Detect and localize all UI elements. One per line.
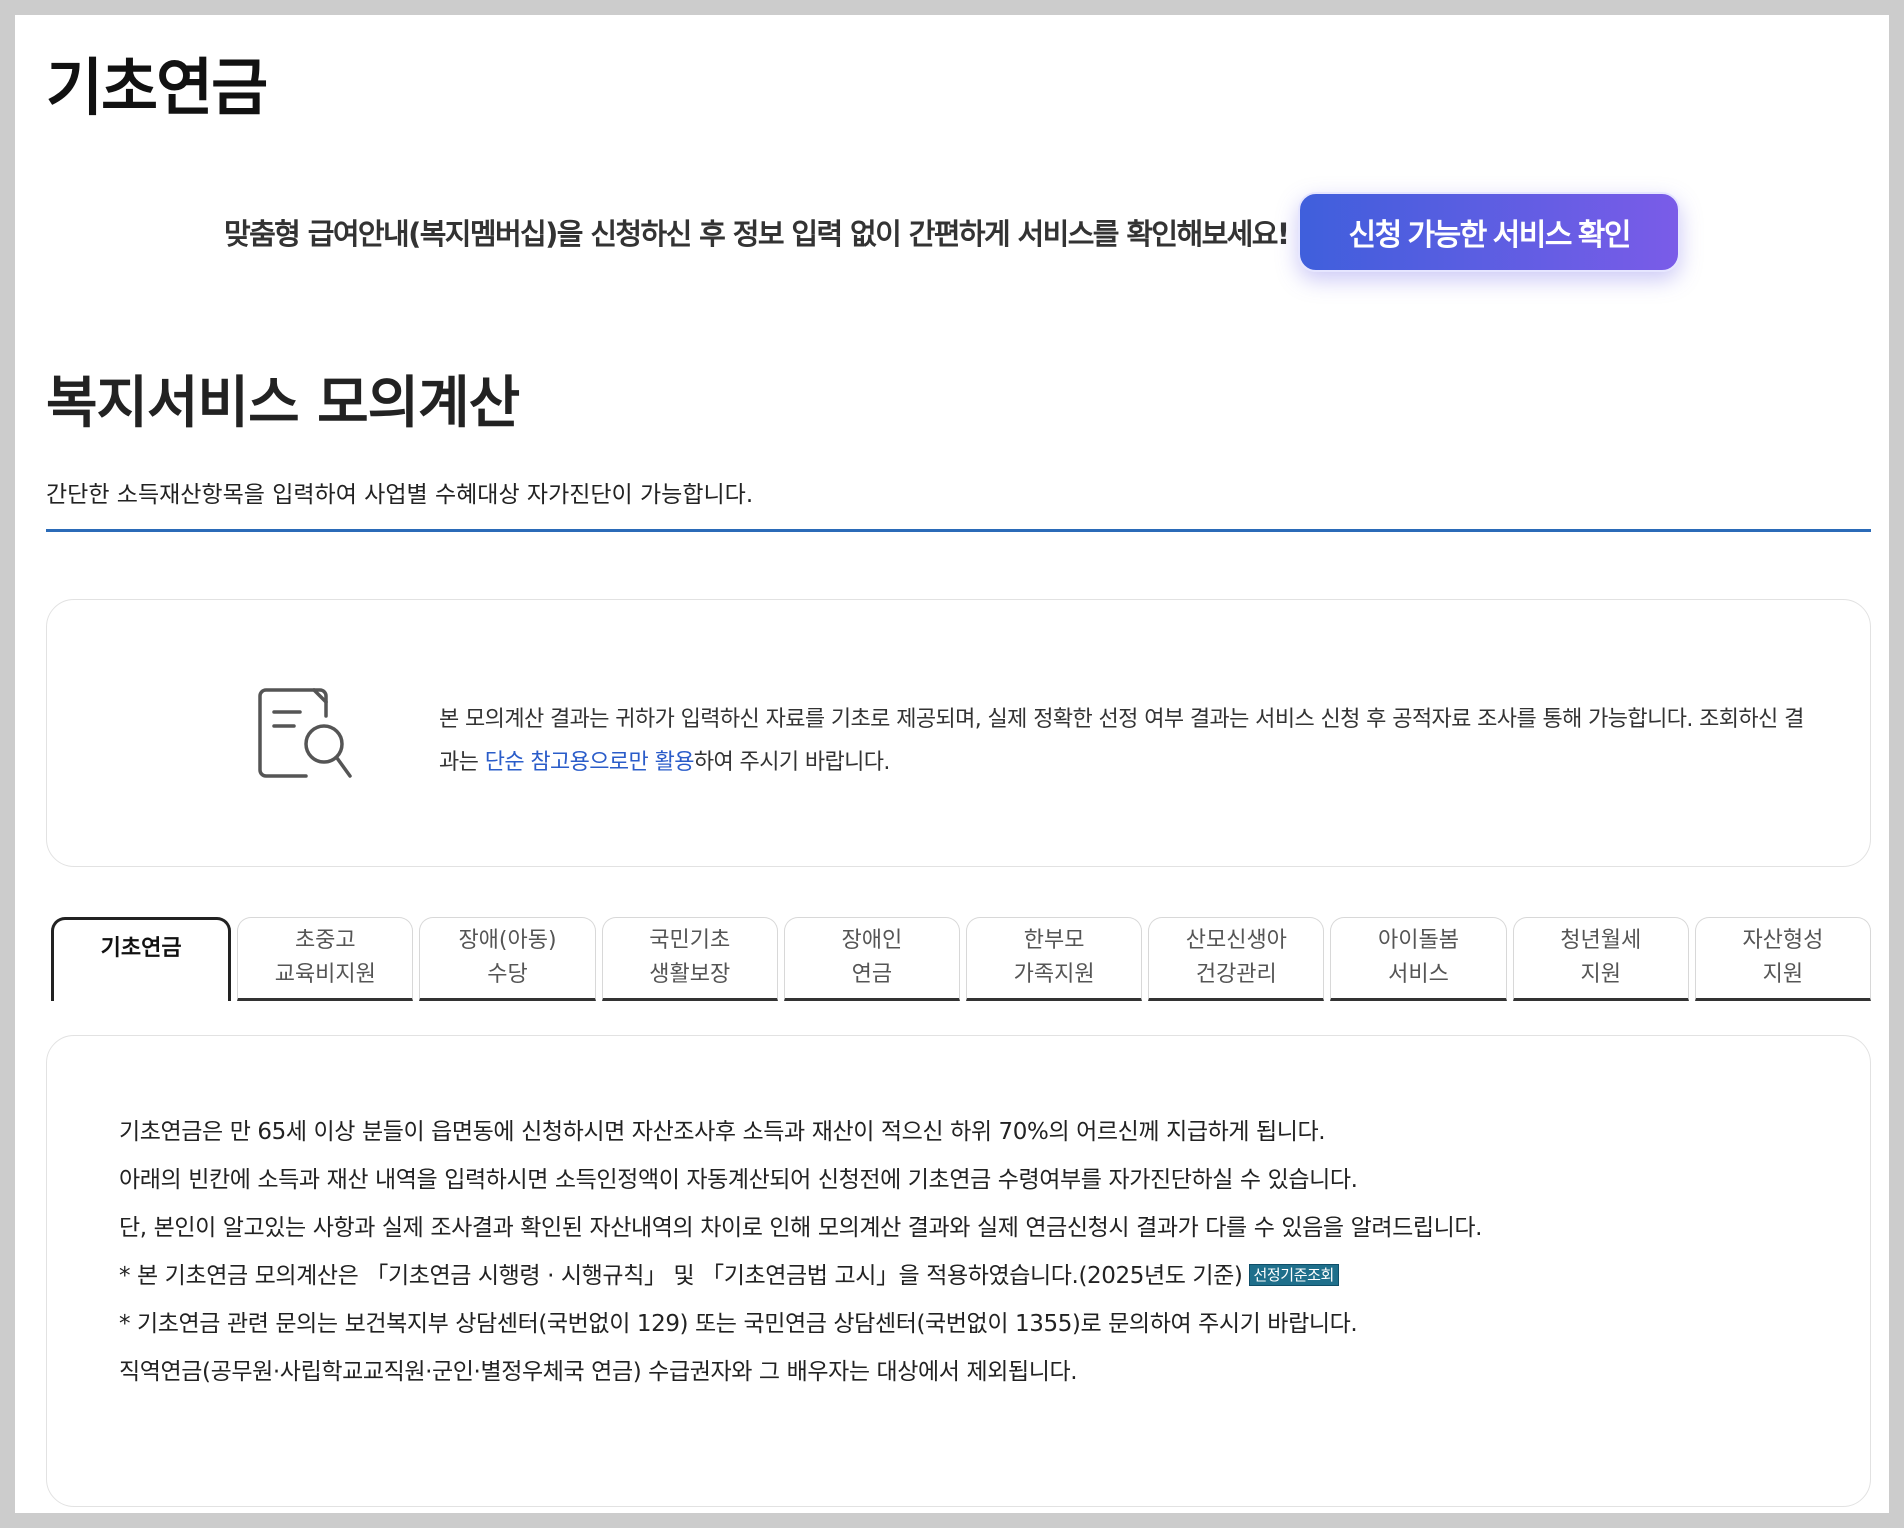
content-line-with-badge: * 본 기초연금 모의계산은 「기초연금 시행령 · 시행규칙」 및 「기초연금… — [119, 1252, 1839, 1300]
section-title: 복지서비스 모의계산 — [46, 371, 520, 436]
section-divider — [46, 529, 1871, 532]
document-search-icon — [258, 688, 352, 778]
content-line: 기초연금은 만 65세 이상 분들이 읍면동에 신청하시면 자산조사후 소득과 … — [119, 1119, 1326, 1145]
content-box: 기초연금은 만 65세 이상 분들이 읍면동에 신청하시면 자산조사후 소득과 … — [46, 1035, 1871, 1507]
content-line: * 기초연금 관련 문의는 보건복지부 상담센터(국번없이 129) 또는 국민… — [119, 1311, 1358, 1337]
membership-banner: 맞춤형 급여안내(복지멤버십)을 신청하신 후 정보 입력 없이 간편하게 서비… — [15, 189, 1889, 275]
notice-box: 본 모의계산 결과는 귀하가 입력하신 자료를 기초로 제공되며, 실제 정확한… — [46, 599, 1871, 867]
service-tabs: 기초연금 초중고 교육비지원 장애(아동) 수당 국민기초 생활보장 장애인 연… — [51, 917, 1872, 1001]
section-description: 간단한 소득재산항목을 입력하여 사업별 수혜대상 자가진단이 가능합니다. — [46, 482, 754, 508]
selection-criteria-button[interactable]: 선정기준조회 — [1248, 1264, 1339, 1286]
page-title: 기초연금 — [46, 51, 268, 124]
tab-disabled-child-allowance[interactable]: 장애(아동) 수당 — [419, 917, 596, 1001]
membership-banner-message: 맞춤형 급여안내(복지멤버십)을 신청하신 후 정보 입력 없이 간편하게 서비… — [224, 217, 1290, 251]
tab-disability-pension[interactable]: 장애인 연금 — [783, 917, 961, 1001]
content-line-text: * 본 기초연금 모의계산은 「기초연금 시행령 · 시행규칙」 및 「기초연금… — [119, 1263, 1243, 1289]
tab-basic-pension[interactable]: 기초연금 — [51, 917, 232, 1001]
tab-single-parent-support[interactable]: 한부모 가족지원 — [966, 917, 1143, 1001]
page-frame: 기초연금 맞춤형 급여안내(복지멤버십)을 신청하신 후 정보 입력 없이 간편… — [15, 15, 1889, 1513]
content-line: 아래의 빈칸에 소득과 재산 내역을 입력하시면 소득인정액이 자동계산되어 신… — [119, 1167, 1358, 1193]
notice-text: 본 모의계산 결과는 귀하가 입력하신 자료를 기초로 제공되며, 실제 정확한… — [439, 698, 1809, 784]
tab-child-care-service[interactable]: 아이돌봄 서비스 — [1330, 917, 1507, 1001]
tab-asset-building-support[interactable]: 자산형성 지원 — [1694, 917, 1872, 1001]
notice-text-part: 하여 주시기 바랍니다. — [693, 750, 891, 775]
tab-maternal-newborn-care[interactable]: 산모신생아 건강관리 — [1148, 917, 1325, 1001]
content-lines: 기초연금은 만 65세 이상 분들이 읍면동에 신청하시면 자산조사후 소득과 … — [119, 1108, 1839, 1396]
check-available-services-button[interactable]: 신청 가능한 서비스 확인 — [1298, 192, 1680, 272]
tab-basic-livelihood[interactable]: 국민기초 생활보장 — [601, 917, 778, 1001]
content-line: 단, 본인이 알고있는 사항과 실제 조사결과 확인된 자산내역의 차이로 인해… — [119, 1215, 1483, 1241]
tab-education-support[interactable]: 초중고 교육비지원 — [237, 917, 414, 1001]
content-line: 직역연금(공무원·사립학교교직원·군인·별정우체국 연금) 수급권자와 그 배우… — [119, 1359, 1078, 1385]
tab-youth-rent-support[interactable]: 청년월세 지원 — [1512, 917, 1689, 1001]
notice-highlight: 단순 참고용으로만 활용 — [484, 750, 695, 775]
